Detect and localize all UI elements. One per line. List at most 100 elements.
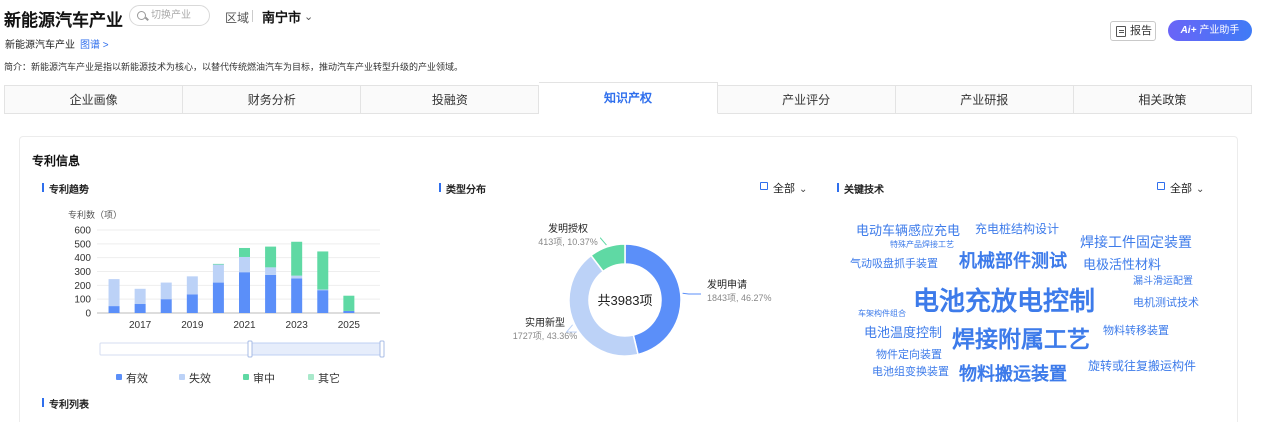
bar-segment[interactable] [265,246,277,268]
x-tick-label: 2021 [233,320,256,331]
type-filter-label: 全部 [773,183,795,195]
keyword-item[interactable]: 机械部件测试 [959,247,1067,273]
keyword-filter[interactable]: 全部 ⌄ [1157,180,1204,196]
bar-segment[interactable] [134,304,146,313]
tab-related-policy[interactable]: 相关政策 [1073,85,1252,114]
page: 新能源汽车产业 切换产业 区域 南宁市 ⌄ 新能源汽车产业 图谱 > 简介：新能… [0,0,1269,422]
bar-segment[interactable] [343,295,355,311]
keyword-item[interactable]: 充电桩结构设计 [975,220,1059,237]
x-tick-label: 2025 [338,320,361,331]
tab-company-profile[interactable]: 企业画像 [4,85,184,114]
keyword-item[interactable]: 电池充放电控制 [913,281,1095,318]
bar-segment[interactable] [160,282,172,300]
keyword-item[interactable]: 电池组变换装置 [872,363,949,379]
donut-slice-name: 实用新型 [525,316,565,329]
divider [252,10,253,22]
tab-financial-analysis[interactable]: 财务分析 [183,85,362,114]
region-select[interactable]: 南宁市 [262,7,301,26]
bar-segment[interactable] [265,267,277,275]
bar-segment[interactable] [291,275,303,279]
bar-segment[interactable] [265,274,277,313]
bar-segment[interactable] [134,288,146,305]
keyword-item[interactable]: 特殊产品焊接工艺 [890,239,954,250]
donut-slice-detail: 413项, 10.37% [538,237,598,247]
keyword-item[interactable]: 电机测试技术 [1133,294,1199,310]
keyword-item[interactable]: 电池温度控制 [864,322,942,341]
keyword-item[interactable]: 焊接附属工艺 [952,320,1090,354]
list-section-title: 专利列表 [42,396,89,411]
bar-segment[interactable] [160,299,172,313]
legend-valid[interactable]: 有效 [116,370,148,386]
tab-industry-score[interactable]: 产业评分 [717,85,896,114]
keyword-item[interactable]: 电动车辆感应充电 [856,220,960,239]
card-title: 专利信息 [32,154,81,168]
keyword-item[interactable]: 漏斗滑运配置 [1133,272,1193,287]
zoom-slider-window[interactable] [249,342,383,356]
zoom-handle-left[interactable] [247,340,253,358]
bar-segment[interactable] [239,247,250,257]
chevron-down-icon[interactable]: ⌄ [304,10,313,23]
keyword-item[interactable]: 电极活性材料 [1083,254,1161,273]
y-tick-label: 100 [74,295,91,306]
keyword-filter-label: 全部 [1170,183,1192,195]
legend-pending[interactable]: 审中 [243,370,275,386]
keyword-item[interactable]: 旋转或往复搬运构件 [1088,357,1196,374]
type-filter[interactable]: 全部 ⌄ [760,180,807,196]
bar-segment[interactable] [108,279,120,307]
bar-segment[interactable] [186,294,198,313]
document-icon [1116,26,1126,37]
legend-invalid[interactable]: 失效 [179,370,211,386]
ai-assistant-label: 产业助手 [1199,25,1240,36]
keyword-item[interactable]: 物件定向装置 [876,346,942,362]
legend-swatch [243,374,249,380]
y-tick-label: 300 [74,267,91,278]
zoom-handle-right[interactable] [379,340,385,358]
legend-other[interactable]: 其它 [308,370,340,386]
keyword-item[interactable]: 物料转移装置 [1103,322,1169,338]
y-tick-label: 500 [74,239,91,250]
tab-intellectual-property[interactable]: 知识产权 [539,82,718,114]
bar-segment[interactable] [291,241,303,276]
bar-segment[interactable] [212,263,224,265]
bar-segment[interactable] [239,272,250,313]
bar-segment[interactable] [343,310,355,313]
bar-segment[interactable] [212,264,224,283]
legend-label: 有效 [126,373,148,385]
donut-label-line [682,292,701,295]
bar-segment[interactable] [239,256,250,273]
bar-segment[interactable] [317,251,329,290]
legend-label: 审中 [253,373,275,385]
bar-segment[interactable] [212,282,224,313]
tab-industry-research[interactable]: 产业研报 [895,85,1074,114]
donut-label-line [600,237,607,246]
keyword-item[interactable]: 物料搬运装置 [959,360,1067,386]
bar-segment[interactable] [291,278,303,313]
bar-segment[interactable] [317,290,329,313]
graph-link[interactable]: 图谱 > [80,36,109,51]
ai-assistant-button[interactable]: Ai+ 产业助手 [1168,20,1252,41]
x-tick-label: 2019 [181,320,204,331]
industry-search-input[interactable]: 切换产业 [129,5,210,26]
legend-swatch [116,374,122,380]
region-label: 区域 [225,11,250,25]
report-button-label: 报告 [1130,25,1152,37]
bar-segment[interactable] [317,289,329,291]
y-tick-label: 600 [74,226,91,237]
y-tick-label: 200 [74,281,91,292]
keyword-item[interactable]: 气动吸盘抓手装置 [850,255,938,271]
bar-segment[interactable] [186,276,198,295]
tab-investment[interactable]: 投融资 [361,85,540,114]
donut-slice-name: 发明申请 [707,278,747,291]
calendar-icon [1157,182,1165,190]
chevron-down-icon: ⌄ [799,184,808,195]
legend-label: 其它 [318,373,340,385]
tab-bar: 企业画像 财务分析 投融资 知识产权 产业评分 产业研报 相关政策 [4,82,1252,114]
donut-center-label: 共3983项 [598,293,653,308]
bar-segment[interactable] [108,306,120,313]
keyword-item[interactable]: 焊接工件固定装置 [1080,232,1192,252]
keyword-item[interactable]: 车架构件组合 [858,308,906,319]
keyword-section-title: 关键技术 [837,181,884,196]
chevron-down-icon: ⌄ [1196,184,1205,195]
report-button[interactable]: 报告 [1110,21,1156,41]
page-title: 新能源汽车产业 [4,11,123,30]
